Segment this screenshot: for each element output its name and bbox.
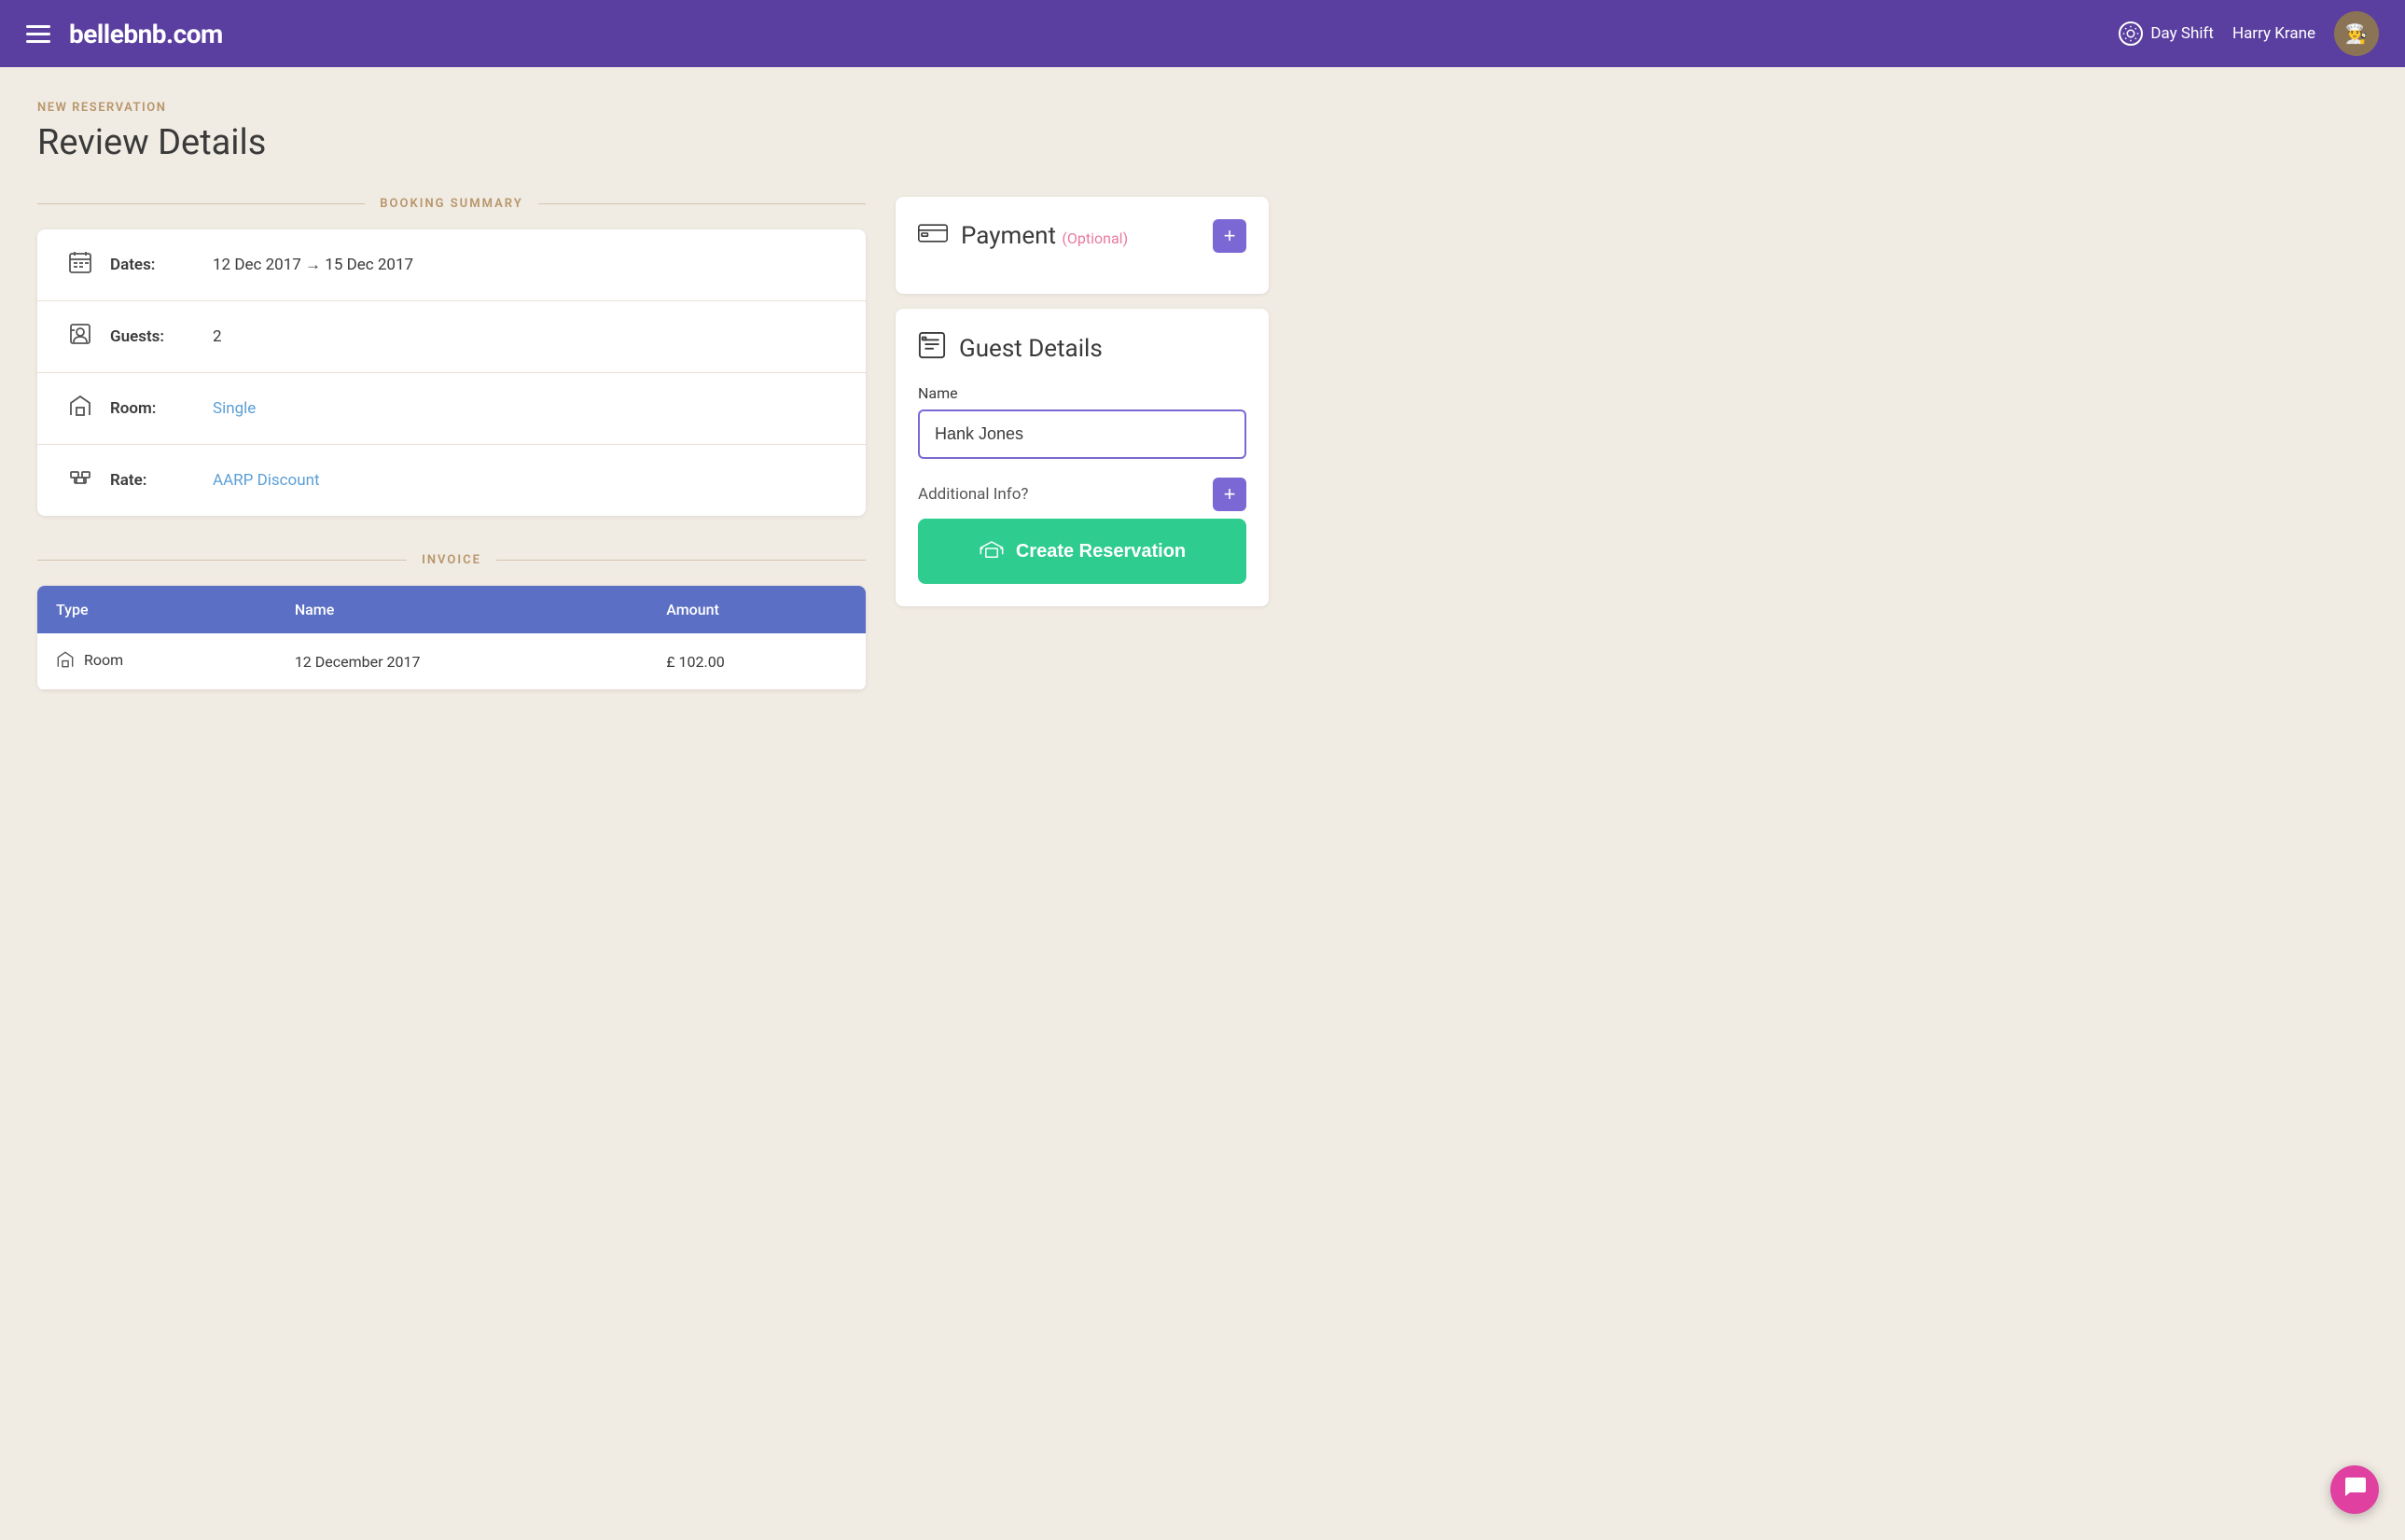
booking-row-dates: Dates: 12 Dec 2017 → 15 Dec 2017 [37,229,866,301]
create-reservation-button[interactable]: Create Reservation [918,519,1246,584]
guest-title-row: Guest Details [918,331,1103,366]
invoice-row-0: Room 12 December 2017 £ 102.00 [37,633,866,690]
page-title: Review Details [37,122,1269,163]
rate-label: Rate: [110,471,213,490]
payment-title: Payment (Optional) [961,222,1128,250]
payment-card: Payment (Optional) + [896,197,1269,294]
hamburger-menu[interactable] [26,25,50,43]
booking-row-guests: Guests: 2 [37,301,866,373]
invoice-amount-0: £ 102.00 [647,633,866,690]
col-name: Name [276,586,647,633]
chat-icon [2342,1475,2367,1505]
logo: bellebnb.com [69,19,223,49]
additional-info-row: Additional Info? + [918,478,1246,511]
breadcrumb: NEW RESERVATION [37,101,1269,115]
additional-info-plus-button[interactable]: + [1213,478,1246,511]
user-name: Harry Krane [2232,24,2315,43]
payment-plus-button[interactable]: + [1213,219,1246,253]
main-content: NEW RESERVATION Review Details BOOKING S… [0,67,1306,724]
right-column: Payment (Optional) + [896,197,1269,621]
booking-row-room: Room: Single [37,373,866,445]
dates-value: 12 Dec 2017 → 15 Dec 2017 [213,256,413,274]
rate-value[interactable]: AARP Discount [213,471,320,490]
booking-summary-label: BOOKING SUMMARY [380,197,522,211]
payment-icon [918,222,948,251]
room-value[interactable]: Single [213,399,256,418]
room-label: Room: [110,399,213,418]
create-reservation-label: Create Reservation [1016,541,1186,562]
payment-optional: (Optional) [1062,229,1128,247]
invoice-type-0: Room [37,633,276,690]
invoice-table: Type Name Amount Roo [37,586,866,690]
invoice-divider: INVOICE [37,553,866,567]
room-icon [63,394,97,423]
shift-label: Day Shift [2150,24,2214,43]
additional-info-label: Additional Info? [918,485,1028,504]
chat-bubble[interactable] [2330,1465,2379,1514]
name-label: Name [918,384,1246,402]
booking-summary-divider: BOOKING SUMMARY [37,197,866,211]
header-left: bellebnb.com [26,19,223,49]
name-input[interactable] [918,409,1246,459]
guests-value: 2 [213,327,222,346]
guest-details-icon [918,331,946,366]
header-right: Day Shift Harry Krane 👨‍🍳 [2119,11,2379,56]
shift-icon [2119,21,2143,46]
calendar-icon [63,250,97,280]
content-layout: BOOKING SUMMARY [37,197,1269,690]
booking-summary-card: Dates: 12 Dec 2017 → 15 Dec 2017 Guests: [37,229,866,516]
rate-icon [63,465,97,495]
invoice-label: INVOICE [422,553,481,567]
col-amount: Amount [647,586,866,633]
guest-details-title: Guest Details [959,335,1103,363]
dates-label: Dates: [110,256,213,274]
left-column: BOOKING SUMMARY [37,197,866,690]
type-text-0: Room [84,651,123,669]
col-type: Type [37,586,276,633]
header: bellebnb.com Day Shift Harry Krane [0,0,2405,67]
payment-title-row: Payment (Optional) [918,222,1128,251]
guests-label: Guests: [110,327,213,346]
booking-row-rate: Rate: AARP Discount [37,445,866,516]
invoice-name-0: 12 December 2017 [276,633,647,690]
avatar: 👨‍🍳 [2334,11,2379,56]
guest-details-card: Guest Details Name Additional Info? + [896,309,1269,606]
shift-indicator: Day Shift [2119,21,2214,46]
guests-icon [63,322,97,352]
payment-card-header: Payment (Optional) + [918,219,1246,253]
create-reservation-icon [979,539,1005,563]
guest-details-header: Guest Details [918,331,1246,366]
